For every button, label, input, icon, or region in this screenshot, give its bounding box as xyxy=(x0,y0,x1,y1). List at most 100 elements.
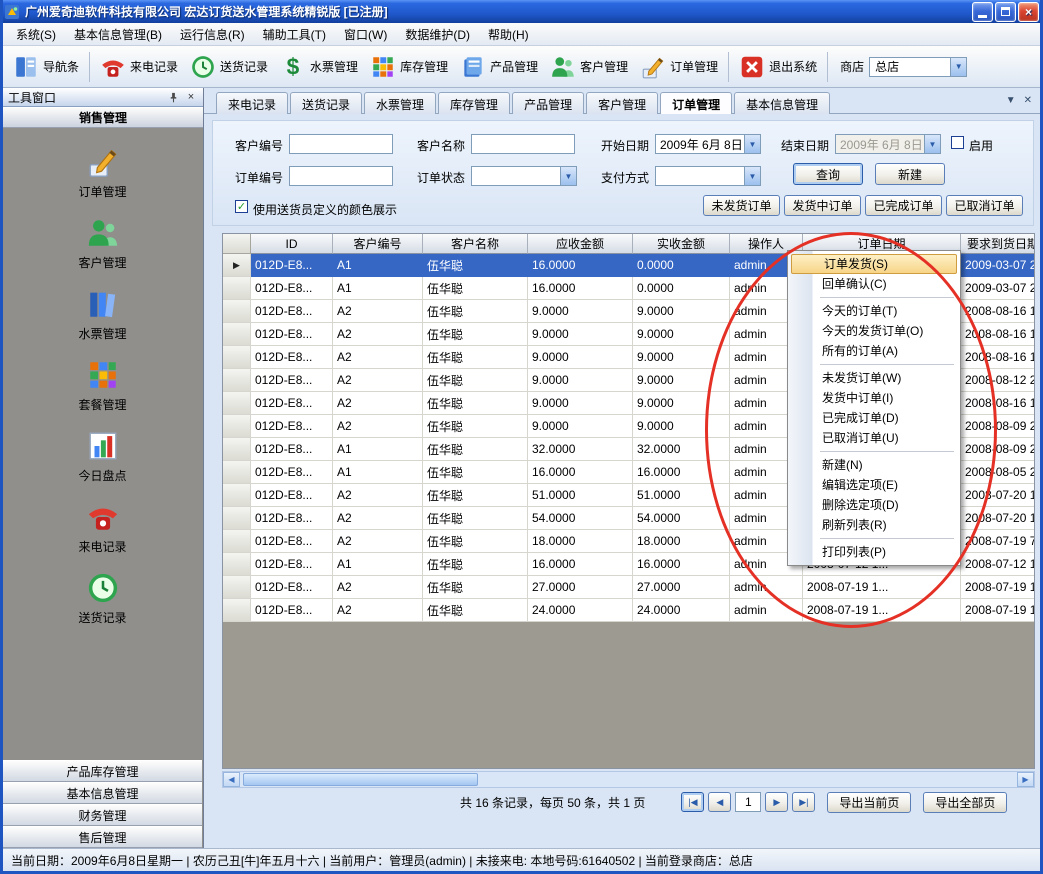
cell[interactable]: 0.0000 xyxy=(633,277,730,300)
context-menu-item[interactable]: 今天的发货订单(O) xyxy=(790,321,958,341)
pay-method-combobox[interactable]: ▼ xyxy=(655,166,761,186)
cell[interactable]: 9.0000 xyxy=(528,369,633,392)
status-filter-button-4[interactable]: 已取消订单 xyxy=(946,195,1023,216)
column-header[interactable]: 客户编号 xyxy=(333,234,423,254)
sidebar-item-clock[interactable]: 送货记录 xyxy=(3,571,202,626)
menu-item-7[interactable]: 帮助(H) xyxy=(479,22,538,47)
table-row[interactable]: 012D-E8...A2伍华聪27.000027.0000admin2008-0… xyxy=(223,576,1034,599)
sidebar-item-phone[interactable]: 来电记录 xyxy=(3,500,202,555)
cell[interactable]: 2008-07-19 1... xyxy=(961,599,1035,622)
cell[interactable]: 012D-E8... xyxy=(251,346,333,369)
query-button[interactable]: 查询 xyxy=(793,163,863,185)
first-page-button[interactable]: |◀ xyxy=(681,792,704,812)
status-filter-button-1[interactable]: 未发货订单 xyxy=(703,195,780,216)
cell[interactable]: 9.0000 xyxy=(528,300,633,323)
menu-item-4[interactable]: 辅助工具(T) xyxy=(254,22,335,47)
last-page-button[interactable]: ▶| xyxy=(792,792,815,812)
sidebar-item-chart[interactable]: 今日盘点 xyxy=(3,429,202,484)
context-menu-item[interactable]: 新建(N) xyxy=(790,455,958,475)
start-date-picker[interactable]: 2009年 6月 8日 ▼ xyxy=(655,134,761,154)
cell[interactable]: 9.0000 xyxy=(633,346,730,369)
column-header[interactable]: 应收金额 xyxy=(528,234,633,254)
cell[interactable]: 54.0000 xyxy=(633,507,730,530)
cell[interactable]: 012D-E8... xyxy=(251,507,333,530)
cell[interactable]: 9.0000 xyxy=(633,369,730,392)
toolbar-button-dollar[interactable]: $水票管理 xyxy=(274,50,364,84)
cell[interactable]: 9.0000 xyxy=(633,392,730,415)
toolbar-button-pen[interactable]: 订单管理 xyxy=(634,50,724,84)
sidebar-group-4[interactable]: 售后管理 xyxy=(3,826,202,848)
cell[interactable]: 54.0000 xyxy=(528,507,633,530)
cell[interactable]: A2 xyxy=(333,599,423,622)
cell[interactable]: 012D-E8... xyxy=(251,415,333,438)
restore-button[interactable] xyxy=(995,2,1016,22)
context-menu-item[interactable]: 回单确认(C) xyxy=(790,274,958,294)
tab-6[interactable]: 客户管理 xyxy=(586,92,658,114)
cell[interactable]: 2008-08-16 1... xyxy=(961,300,1035,323)
cell[interactable]: 012D-E8... xyxy=(251,323,333,346)
prev-page-button[interactable]: ◀ xyxy=(708,792,731,812)
horizontal-scrollbar[interactable]: ◀ ▶ xyxy=(222,771,1035,788)
row-selector[interactable] xyxy=(223,369,251,392)
end-date-picker[interactable]: 2009年 6月 8日 ▼ xyxy=(835,134,941,154)
row-selector[interactable] xyxy=(223,553,251,576)
row-selector[interactable] xyxy=(223,438,251,461)
cell[interactable]: A2 xyxy=(333,346,423,369)
new-button[interactable]: 新建 xyxy=(875,163,945,185)
toolbar-button-grid[interactable]: 库存管理 xyxy=(364,50,454,84)
cell[interactable]: A1 xyxy=(333,461,423,484)
cell[interactable]: 伍华聪 xyxy=(423,369,528,392)
cell[interactable]: 伍华聪 xyxy=(423,323,528,346)
cell[interactable]: 伍华聪 xyxy=(423,300,528,323)
row-selector[interactable] xyxy=(223,507,251,530)
context-menu-item[interactable]: 今天的订单(T) xyxy=(790,301,958,321)
cell[interactable]: 2008-07-19 1... xyxy=(961,576,1035,599)
menu-item-3[interactable]: 运行信息(R) xyxy=(171,22,254,47)
color-display-checkbox[interactable] xyxy=(235,200,248,213)
cell[interactable]: 伍华聪 xyxy=(423,392,528,415)
menu-item-5[interactable]: 窗口(W) xyxy=(335,22,396,47)
cell[interactable]: 0.0000 xyxy=(633,254,730,277)
sidebar-item-pen[interactable]: 订单管理 xyxy=(3,145,202,200)
cell[interactable]: A1 xyxy=(333,438,423,461)
sidebar-group-3[interactable]: 财务管理 xyxy=(3,804,202,826)
cell[interactable]: A2 xyxy=(333,392,423,415)
toolbar-button-clock[interactable]: 送货记录 xyxy=(184,50,274,84)
cell[interactable]: 012D-E8... xyxy=(251,438,333,461)
scroll-right-icon[interactable]: ▶ xyxy=(1017,772,1034,787)
sidebar-group-1[interactable]: 产品库存管理 xyxy=(3,760,202,782)
cell[interactable]: 2008-07-19 1... xyxy=(803,576,961,599)
chevron-down-icon[interactable]: ▼ xyxy=(744,167,760,185)
order-code-input[interactable] xyxy=(289,166,393,186)
cell[interactable]: 9.0000 xyxy=(528,392,633,415)
sidebar-group-2[interactable]: 基本信息管理 xyxy=(3,782,202,804)
cell[interactable]: 012D-E8... xyxy=(251,599,333,622)
cell[interactable]: 9.0000 xyxy=(633,415,730,438)
sidebar-group-sales[interactable]: 销售管理 xyxy=(3,107,203,128)
cell[interactable]: 32.0000 xyxy=(633,438,730,461)
cell[interactable]: 24.0000 xyxy=(633,599,730,622)
store-combobox[interactable]: 总店 ▼ xyxy=(869,57,967,77)
context-menu-item[interactable]: 已取消订单(U) xyxy=(790,428,958,448)
column-header[interactable]: ID xyxy=(251,234,333,254)
context-menu-item[interactable]: 所有的订单(A) xyxy=(790,341,958,361)
export-all-button[interactable]: 导出全部页 xyxy=(923,792,1007,813)
cell[interactable]: 伍华聪 xyxy=(423,461,528,484)
cell[interactable]: 2008-08-09 2... xyxy=(961,438,1035,461)
cell[interactable]: A2 xyxy=(333,530,423,553)
context-menu-item[interactable]: 编辑选定项(E) xyxy=(790,475,958,495)
cell[interactable]: 2008-08-16 1... xyxy=(961,392,1035,415)
tab-7[interactable]: 订单管理 xyxy=(660,92,732,114)
chevron-down-icon[interactable]: ▼ xyxy=(924,135,940,153)
tab-close-icon[interactable]: ✕ xyxy=(1024,95,1032,106)
context-menu-item[interactable]: 删除选定项(D) xyxy=(790,495,958,515)
cell[interactable]: 012D-E8... xyxy=(251,277,333,300)
cell[interactable]: 012D-E8... xyxy=(251,300,333,323)
table-row[interactable]: 012D-E8...A2伍华聪24.000024.0000admin2008-0… xyxy=(223,599,1034,622)
context-menu-item[interactable]: 已完成订单(D) xyxy=(790,408,958,428)
sidebar-item-people[interactable]: 客户管理 xyxy=(3,216,202,271)
cell[interactable]: 9.0000 xyxy=(633,300,730,323)
cell[interactable]: 伍华聪 xyxy=(423,346,528,369)
cell[interactable]: 伍华聪 xyxy=(423,277,528,300)
customer-code-input[interactable] xyxy=(289,134,393,154)
